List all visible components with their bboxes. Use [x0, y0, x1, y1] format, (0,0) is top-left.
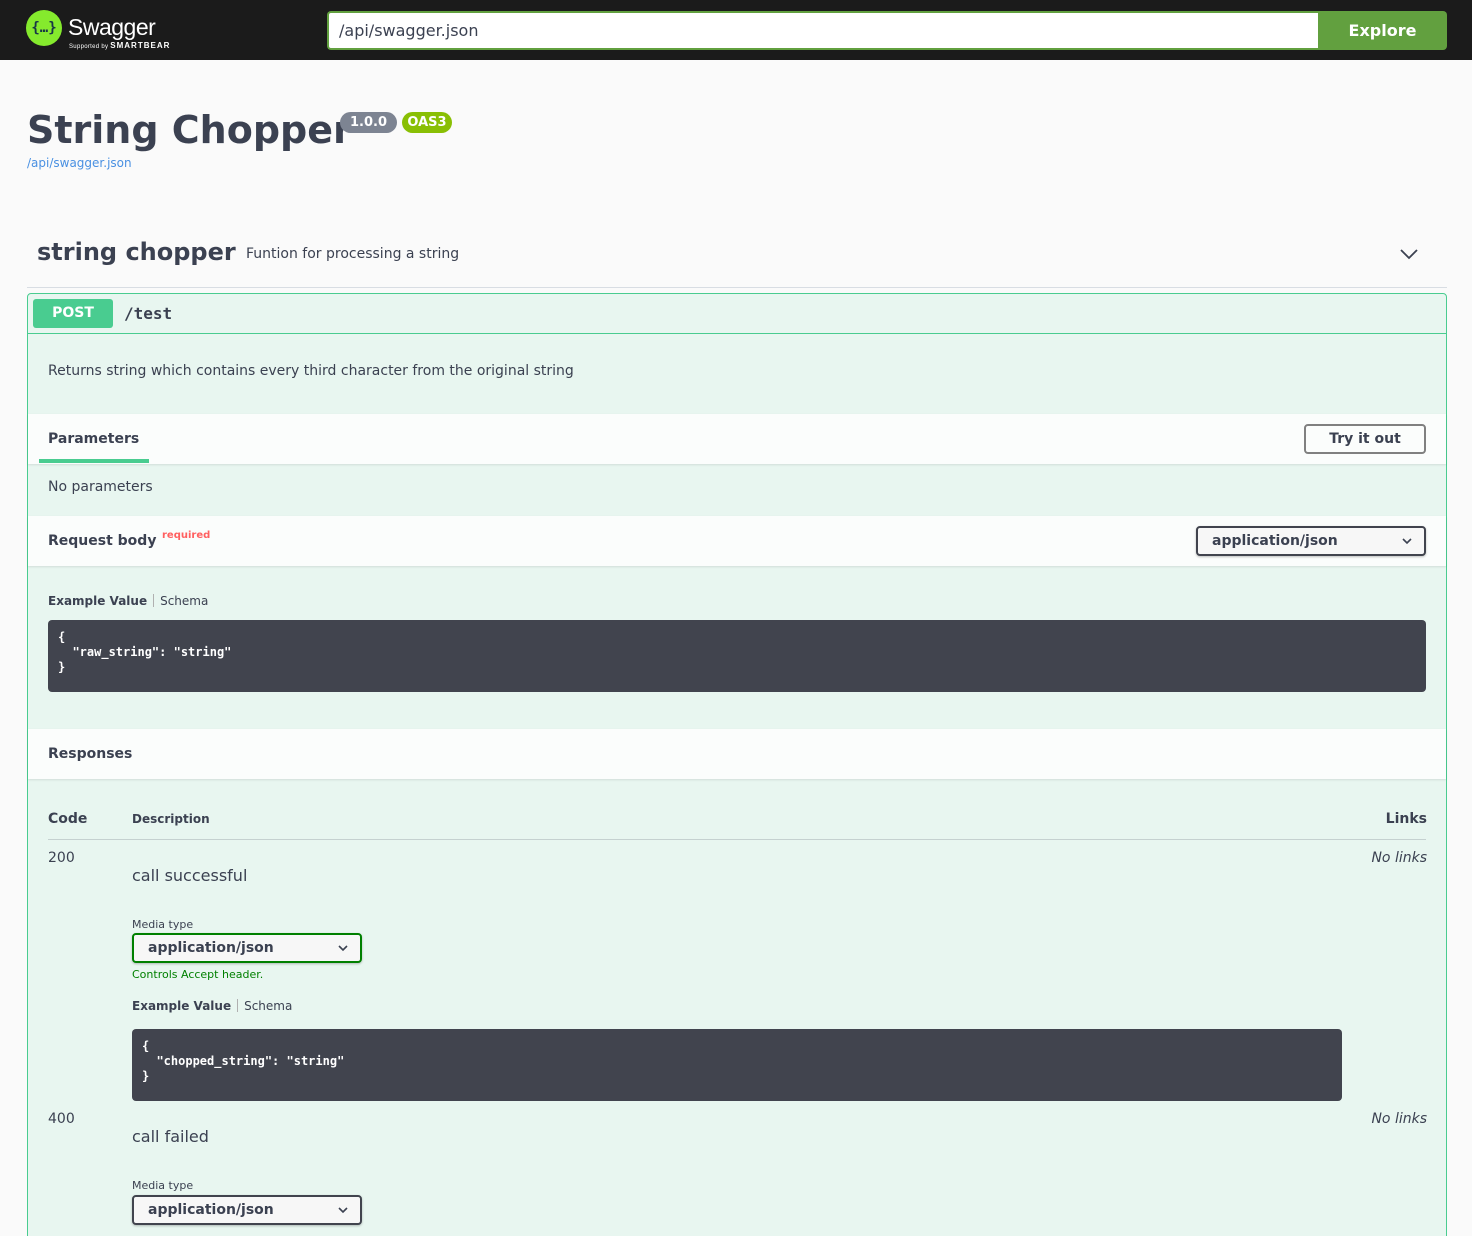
spec-url-input[interactable] [327, 11, 1319, 50]
tag-header[interactable]: string chopper Funtion for processing a … [27, 236, 1447, 288]
request-example-code: { "raw_string": "string" } [48, 620, 1426, 692]
logo-sub-brand: SMARTBEAR [110, 41, 171, 50]
responses-title: Responses [48, 746, 133, 762]
tab-separator [237, 999, 239, 1012]
request-example-tabs: Example Value Schema [48, 594, 208, 608]
response-description-400: call failed [132, 1127, 209, 1146]
response-code-200: 200 [48, 850, 75, 866]
logo-sub-prefix: Supported by [69, 44, 109, 50]
version-badge: 1.0.0 [340, 112, 397, 133]
logo-subtitle: Supported by SMARTBEAR [69, 41, 170, 50]
parameters-header: Parameters Try it out [28, 414, 1446, 464]
media-type-select-400[interactable]: application/json [132, 1195, 362, 1225]
request-body-header: Request body required application/json [28, 516, 1446, 566]
response-example-code-200: { "chopped_string": "string" } [132, 1029, 1342, 1101]
chevron-down-icon [338, 945, 348, 952]
request-content-type-value: application/json [1212, 533, 1338, 549]
response-example-tabs-200: Example Value Schema [132, 999, 292, 1013]
responses-header: Responses [28, 729, 1446, 779]
col-description: Description [132, 812, 210, 826]
schema-tab[interactable]: Schema [160, 594, 208, 608]
request-content-type-select[interactable]: application/json [1196, 526, 1426, 556]
controls-accept-header: Controls Accept header. [132, 968, 264, 981]
api-title: String Chopper [27, 108, 352, 152]
chevron-down-icon [1402, 538, 1412, 545]
col-code: Code [48, 811, 88, 827]
response-links-200: No links [1371, 850, 1427, 866]
media-type-label-200: Media type [132, 918, 194, 931]
chevron-down-icon [338, 1207, 348, 1214]
required-marker: required [162, 530, 211, 541]
spec-url-link[interactable]: /api/swagger.json [27, 156, 132, 170]
swagger-logo[interactable]: {…} Swagger Supported by SMARTBEAR [26, 10, 176, 50]
try-it-out-button[interactable]: Try it out [1304, 424, 1426, 454]
tab-separator [153, 594, 155, 607]
response-description-200: call successful [132, 866, 248, 885]
oas-badge: OAS3 [402, 112, 452, 133]
media-type-select-200[interactable]: application/json [132, 933, 362, 963]
media-type-label-400: Media type [132, 1179, 194, 1192]
logo-name: Swagger [68, 14, 156, 40]
explore-button[interactable]: Explore [1318, 11, 1447, 50]
tag-name: string chopper [37, 238, 236, 266]
operation-block: POST /test Returns string which contains… [27, 293, 1447, 1236]
method-badge: POST [33, 299, 113, 328]
media-type-value-400: application/json [148, 1202, 274, 1218]
parameters-tab-underline [39, 459, 149, 463]
no-parameters-text: No parameters [48, 479, 153, 495]
example-value-tab[interactable]: Example Value [48, 594, 147, 608]
operation-summary[interactable]: POST /test [28, 294, 1446, 334]
parameters-title[interactable]: Parameters [48, 431, 139, 447]
response-links-400: No links [1371, 1111, 1427, 1127]
operation-path: /test [124, 304, 173, 323]
request-body-title: Request body [48, 533, 157, 549]
col-links: Links [1385, 811, 1427, 827]
chevron-down-icon[interactable] [1399, 244, 1419, 264]
topbar: {…} Swagger Supported by SMARTBEAR Explo… [0, 0, 1472, 60]
operation-description: Returns string which contains every thir… [48, 363, 574, 379]
schema-tab[interactable]: Schema [244, 999, 292, 1013]
tag-description: Funtion for processing a string [246, 246, 460, 262]
swagger-logo-icon: {…} [26, 10, 62, 46]
table-divider [48, 839, 1426, 840]
response-code-400: 400 [48, 1111, 75, 1127]
example-value-tab[interactable]: Example Value [132, 999, 231, 1013]
media-type-value-200: application/json [148, 940, 274, 956]
